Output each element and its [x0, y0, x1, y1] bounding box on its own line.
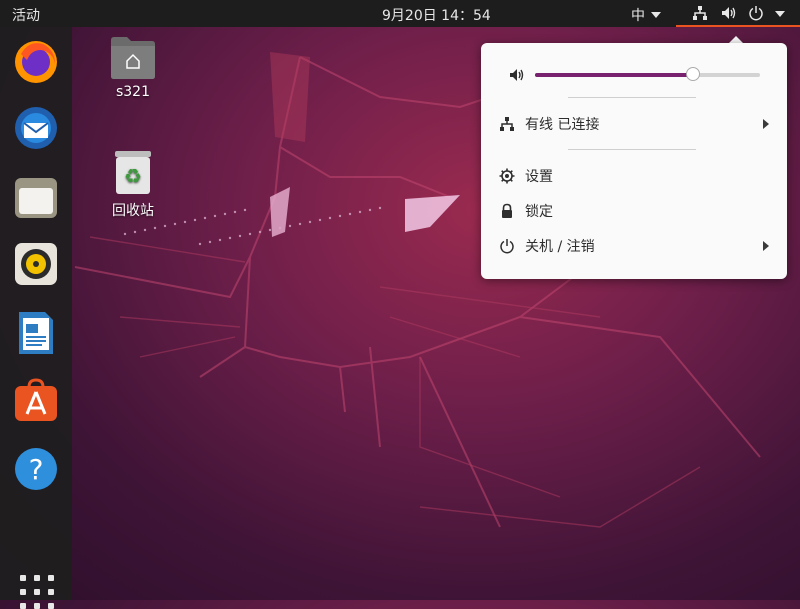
- separator: [568, 149, 696, 150]
- menu-item-wired-label: 有线 已连接: [525, 117, 600, 133]
- top-bar: 活动 9月20日 14：54 中: [0, 0, 800, 27]
- trash[interactable]: ♻ 回收站: [98, 150, 168, 220]
- clock[interactable]: 9月20日 14：54: [382, 5, 491, 25]
- network-wired-icon: [693, 6, 707, 20]
- chevron-down-icon: [775, 11, 785, 17]
- volume-slider-fill: [535, 73, 693, 77]
- trash-icon: ♻: [115, 151, 151, 194]
- menu-item-wired[interactable]: 有线 已连接: [499, 111, 769, 137]
- files-icon[interactable]: [13, 174, 59, 220]
- gear-icon: [499, 168, 515, 184]
- input-method-label: 中: [631, 8, 645, 24]
- system-menu: 有线 已连接 设置 锁定 关机 / 注销: [481, 43, 787, 279]
- home-folder-label: s321: [115, 84, 150, 100]
- chevron-right-icon: [763, 241, 769, 251]
- show-applications-button[interactable]: [20, 575, 54, 609]
- volume-slider[interactable]: [535, 67, 760, 81]
- svg-text:♻: ♻: [124, 164, 142, 188]
- input-method-menu[interactable]: 中: [631, 5, 661, 25]
- menu-item-settings[interactable]: 设置: [499, 163, 769, 189]
- rhythmbox-icon[interactable]: [13, 241, 59, 287]
- ubuntu-software-icon[interactable]: [13, 377, 59, 423]
- menu-item-settings-label: 设置: [525, 169, 553, 185]
- menu-item-lock[interactable]: 锁定: [499, 198, 769, 224]
- volume-slider-handle[interactable]: [685, 67, 700, 81]
- svg-text:?: ?: [29, 453, 44, 486]
- network-wired-icon: [500, 117, 514, 131]
- volume-icon: [510, 69, 524, 81]
- menu-item-lock-label: 锁定: [525, 204, 553, 220]
- folder-home-icon: [111, 37, 155, 79]
- libreoffice-writer-icon[interactable]: [13, 310, 59, 356]
- chevron-down-icon: [651, 12, 661, 18]
- menu-item-power[interactable]: 关机 / 注销: [499, 233, 769, 259]
- chevron-right-icon: [763, 119, 769, 129]
- lock-icon: [502, 203, 512, 218]
- firefox-icon[interactable]: [13, 38, 59, 84]
- trash-label: 回收站: [112, 203, 154, 219]
- thunderbird-icon[interactable]: [13, 105, 59, 151]
- power-icon: [500, 239, 514, 254]
- dock: ?: [0, 27, 72, 609]
- power-icon: [749, 6, 763, 21]
- home-folder[interactable]: s321: [98, 36, 168, 100]
- separator: [568, 97, 696, 98]
- volume-icon: [722, 7, 736, 19]
- menu-item-power-label: 关机 / 注销: [525, 239, 595, 255]
- system-tray[interactable]: [676, 0, 800, 27]
- help-icon[interactable]: ?: [13, 446, 59, 492]
- activities-button[interactable]: 活动: [12, 5, 40, 25]
